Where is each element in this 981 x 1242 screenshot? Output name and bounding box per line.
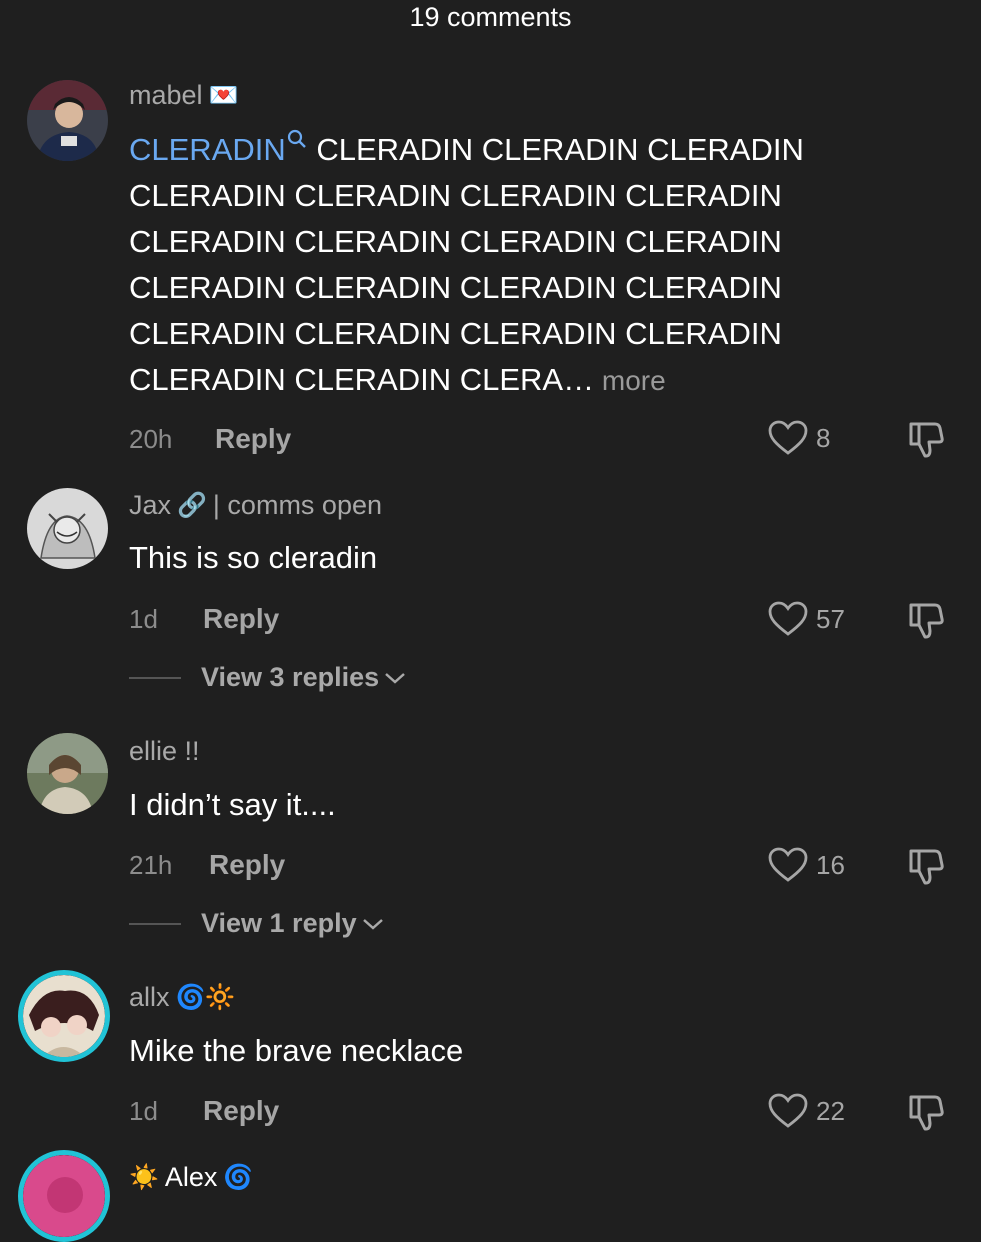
avatar-with-story-ring[interactable] xyxy=(18,1150,110,1242)
comment-text: CLERADIN CLERADIN CLERADIN CLERADIN CLER… xyxy=(129,127,869,404)
comments-header: 19 comments xyxy=(0,0,981,36)
dislike-button[interactable] xyxy=(905,847,945,892)
avatar[interactable] xyxy=(27,488,108,569)
dislike-icon xyxy=(909,849,944,885)
comment-body: This is so cleradin xyxy=(129,540,378,575)
username-text: mabel xyxy=(129,80,203,110)
dislike-icon xyxy=(909,1095,944,1131)
comment-text: Mike the brave necklace xyxy=(129,1028,869,1074)
divider xyxy=(129,676,181,679)
heart-icon xyxy=(768,601,808,636)
sun-icon: ☀️ xyxy=(129,1164,159,1191)
like-count: 16 xyxy=(816,849,845,880)
username-text: Jax xyxy=(129,490,172,520)
like-count: 8 xyxy=(816,422,831,453)
view-replies-label: View 1 reply xyxy=(201,908,357,938)
comments-count-title: 19 comments xyxy=(409,2,572,32)
username[interactable]: mabel 💌 xyxy=(129,80,238,111)
comment-text: I didn’t say it.... xyxy=(129,782,869,828)
heart-icon xyxy=(768,847,808,882)
view-replies-button[interactable]: View 1 reply xyxy=(129,908,385,939)
comment-meta: 1d Reply xyxy=(129,603,279,635)
username-text: ellie !! xyxy=(129,736,200,766)
avatar[interactable] xyxy=(27,733,108,814)
avatar[interactable] xyxy=(27,80,108,161)
dislike-button[interactable] xyxy=(905,420,945,465)
avatar-with-story-ring[interactable] xyxy=(18,970,110,1062)
like-button[interactable]: 22 xyxy=(768,1093,845,1129)
dislike-button[interactable] xyxy=(905,601,945,646)
like-button[interactable]: 8 xyxy=(768,420,830,456)
heart-icon xyxy=(768,1093,808,1128)
chevron-down-icon xyxy=(385,672,405,684)
username-text: Alex xyxy=(164,1162,218,1192)
timestamp: 20h xyxy=(129,423,173,454)
view-replies-label: View 3 replies xyxy=(201,662,380,692)
timestamp: 21h xyxy=(129,849,173,880)
reply-button[interactable]: Reply xyxy=(203,1095,279,1127)
dislike-icon xyxy=(909,603,944,639)
timestamp: 1d xyxy=(129,1095,158,1126)
comment-body: Mike the brave necklace xyxy=(129,1033,464,1068)
spiral-icon: 🌀 xyxy=(223,1164,254,1191)
heart-icon xyxy=(768,420,808,455)
comment-body: I didn’t say it.... xyxy=(129,787,336,822)
spiral-sun-icon: 🌀🔆 xyxy=(175,984,236,1011)
comment-meta: 1d Reply xyxy=(129,1095,279,1127)
view-replies-button[interactable]: View 3 replies xyxy=(129,662,407,693)
broken-chain-icon: 🔗 xyxy=(177,492,207,519)
like-button[interactable]: 16 xyxy=(768,847,845,883)
chevron-down-icon xyxy=(362,918,383,930)
username[interactable]: allx 🌀🔆 xyxy=(129,982,235,1013)
username[interactable]: ☀️ Alex 🌀 xyxy=(129,1162,253,1193)
like-button[interactable]: 57 xyxy=(768,601,845,637)
username-text: allx xyxy=(129,982,170,1012)
username[interactable]: Jax 🔗 | comms open xyxy=(129,490,382,521)
timestamp: 1d xyxy=(129,603,158,634)
comment-body: CLERADIN CLERADIN CLERADIN CLERADIN CLER… xyxy=(129,132,804,397)
search-keyword-link[interactable]: CLERADIN xyxy=(129,129,308,167)
dislike-button[interactable] xyxy=(905,1093,945,1138)
comment-meta: 21h Reply xyxy=(129,849,285,881)
comment-meta: 20h Reply xyxy=(129,423,291,455)
username[interactable]: ellie !! xyxy=(129,736,200,767)
like-count: 22 xyxy=(816,1095,845,1126)
comment-text: This is so cleradin xyxy=(129,535,869,581)
envelope-heart-icon: 💌 xyxy=(208,82,239,109)
reply-button[interactable]: Reply xyxy=(209,849,285,881)
more-link[interactable]: more xyxy=(594,365,666,396)
dislike-icon xyxy=(909,422,944,458)
reply-button[interactable]: Reply xyxy=(215,423,291,455)
divider xyxy=(129,922,181,925)
reply-button[interactable]: Reply xyxy=(203,603,279,635)
search-icon xyxy=(287,129,306,148)
like-count: 57 xyxy=(816,603,845,634)
username-suffix: | comms open xyxy=(212,490,383,520)
